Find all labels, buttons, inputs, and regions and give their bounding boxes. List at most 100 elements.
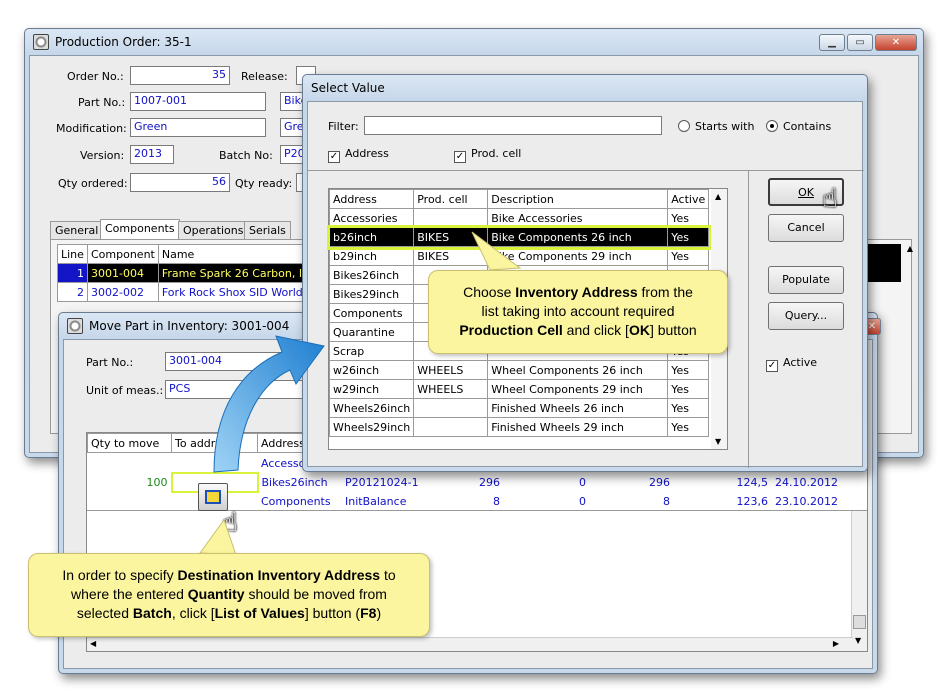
scroll-up-icon[interactable]: ▲: [715, 192, 721, 201]
table-row[interactable]: 2 3002-002 Fork Rock Shox SID World: [57, 282, 318, 302]
tab-components[interactable]: Components: [100, 219, 180, 239]
scroll-down-icon[interactable]: ▼: [715, 437, 721, 446]
values-header-description[interactable]: Description: [487, 189, 669, 209]
maximize-button[interactable]: ▭: [847, 34, 873, 51]
move-qty-a: 296: [451, 472, 504, 492]
move-header-to-address[interactable]: To address: [171, 433, 258, 453]
uom-field[interactable]: PCS: [165, 380, 305, 399]
row-address: w26inch: [328, 360, 415, 380]
grid-component: 3002-002: [87, 282, 159, 302]
table-row-selected[interactable]: b26inch BIKES Bike Components 26 inch Yes: [326, 224, 712, 250]
qty-ordered-field[interactable]: 56: [130, 173, 230, 192]
scroll-down-icon[interactable]: ▼: [855, 636, 861, 645]
callout-bold: F8: [360, 605, 377, 621]
move-qty-b: 0: [503, 491, 590, 511]
row-active: Yes: [667, 398, 710, 418]
version-field[interactable]: 2013: [130, 145, 174, 164]
move-qty-a: 8: [451, 491, 504, 511]
values-header-active[interactable]: Active: [667, 189, 710, 209]
row-desc: Finished Wheels 26 inch: [487, 398, 669, 418]
callout-text: and click [: [562, 322, 629, 338]
callout-bold: Inventory Address: [515, 284, 638, 300]
query-button[interactable]: Query...: [768, 302, 844, 330]
starts-with-option[interactable]: Starts with: [678, 120, 754, 133]
move-qty[interactable]: [87, 453, 172, 473]
row-cell: [413, 417, 489, 437]
move-to-address[interactable]: [171, 453, 258, 473]
table-row[interactable]: Wheels26inch Finished Wheels 26 inch Yes: [328, 398, 710, 418]
callout-text: should be moved from: [244, 586, 387, 602]
close-button[interactable]: ✕: [875, 34, 917, 51]
qty-ordered-label: Qty ordered:: [58, 177, 128, 190]
query-label: Query...: [784, 309, 828, 322]
row-address: Components: [328, 303, 415, 323]
tab-general[interactable]: General: [50, 221, 104, 239]
vertical-scrollbar[interactable]: ▼: [851, 511, 867, 651]
production-order-titlebar[interactable]: Production Order: 35-1: [25, 29, 923, 55]
cancel-label: Cancel: [787, 221, 825, 234]
row-address: Wheels29inch: [328, 417, 415, 437]
active-checkbox-option[interactable]: ✓ Active: [766, 356, 817, 372]
move-qty[interactable]: [87, 491, 172, 511]
table-row[interactable]: w26inch WHEELS Wheel Components 26 inch Yes: [328, 360, 710, 380]
address-checkbox-option[interactable]: ✓ Address: [328, 147, 389, 163]
address-checkbox[interactable]: ✓: [328, 151, 340, 163]
tab-operations[interactable]: Operations: [178, 221, 249, 239]
scroll-thumb[interactable]: [853, 615, 866, 629]
grid-line: 2: [57, 282, 88, 302]
row-desc: Wheel Components 29 inch: [487, 379, 669, 399]
app-icon: [67, 318, 83, 334]
prod-cell-checkbox-option[interactable]: ✓ Prod. cell: [454, 147, 521, 163]
tab-serials[interactable]: Serials: [244, 221, 291, 239]
grid-header-name[interactable]: Name: [157, 244, 318, 264]
horizontal-scrollbar[interactable]: ◀ ▶: [87, 637, 853, 651]
modification-field[interactable]: Green: [130, 118, 266, 137]
populate-button[interactable]: Populate: [768, 266, 844, 294]
row-desc: Bike Accessories: [487, 208, 669, 228]
values-header-prod-cell[interactable]: Prod. cell: [413, 189, 489, 209]
minimize-button[interactable]: ▁: [819, 34, 845, 51]
row-address: Accessories: [328, 208, 415, 228]
row-desc: Finished Wheels 29 inch: [487, 417, 669, 437]
row-desc: Bike Components 26 inch: [487, 227, 669, 247]
values-header-address[interactable]: Address: [328, 189, 415, 209]
move-qty-b: 0: [503, 472, 590, 492]
list-of-values-button[interactable]: [198, 483, 228, 511]
grid-header-line[interactable]: Line: [57, 244, 88, 264]
row-address: Bikes29inch: [328, 284, 415, 304]
move-qty-c: 8: [589, 491, 674, 511]
ok-label: OK: [798, 186, 814, 199]
contains-radio[interactable]: [766, 120, 778, 132]
callout-text: where the entered: [71, 586, 188, 602]
move-part-no-field[interactable]: 3001-004: [165, 352, 305, 371]
order-no-field[interactable]: 35: [130, 66, 230, 85]
move-date: 24.10.2012: [771, 472, 842, 492]
part-no-field[interactable]: 1007-001: [130, 92, 266, 111]
move-part-title: Move Part in Inventory: 3001-004: [89, 319, 290, 333]
callout-bold: Production Cell: [459, 322, 563, 338]
starts-with-radio[interactable]: [678, 120, 690, 132]
scroll-right-icon[interactable]: ▶: [833, 639, 839, 648]
prod-cell-checkbox-label: Prod. cell: [471, 147, 522, 160]
table-row[interactable]: w29inch WHEELS Wheel Components 29 inch Yes: [328, 379, 710, 399]
table-row[interactable]: 1 3001-004 Frame Spark 26 Carbon, IM: [57, 263, 318, 283]
filter-input[interactable]: [364, 116, 662, 135]
active-checkbox[interactable]: ✓: [766, 360, 778, 372]
grid-scroll-up[interactable]: ▲: [903, 244, 917, 260]
move-address: Components: [257, 491, 342, 511]
scroll-left-icon[interactable]: ◀: [90, 639, 96, 648]
table-row[interactable]: b29inch BIKES Bike Components 29 inch Yes: [328, 246, 710, 266]
grid-header-component[interactable]: Component: [87, 244, 159, 264]
app-icon: [33, 34, 49, 50]
table-row[interactable]: Accessories Bike Accessories Yes: [328, 208, 710, 228]
move-header-qty[interactable]: Qty to move: [87, 433, 172, 453]
move-qty[interactable]: 100: [87, 472, 172, 492]
instruction-callout-bottom: In order to specify Destination Inventor…: [28, 553, 430, 637]
table-row[interactable]: Wheels29inch Finished Wheels 29 inch Yes: [328, 417, 710, 437]
cancel-button[interactable]: Cancel: [768, 214, 844, 242]
contains-option[interactable]: Contains: [766, 120, 831, 133]
contains-label: Contains: [783, 120, 832, 133]
select-value-titlebar[interactable]: Select Value: [303, 75, 867, 101]
callout-bold: Batch: [132, 605, 172, 621]
prod-cell-checkbox[interactable]: ✓: [454, 151, 466, 163]
